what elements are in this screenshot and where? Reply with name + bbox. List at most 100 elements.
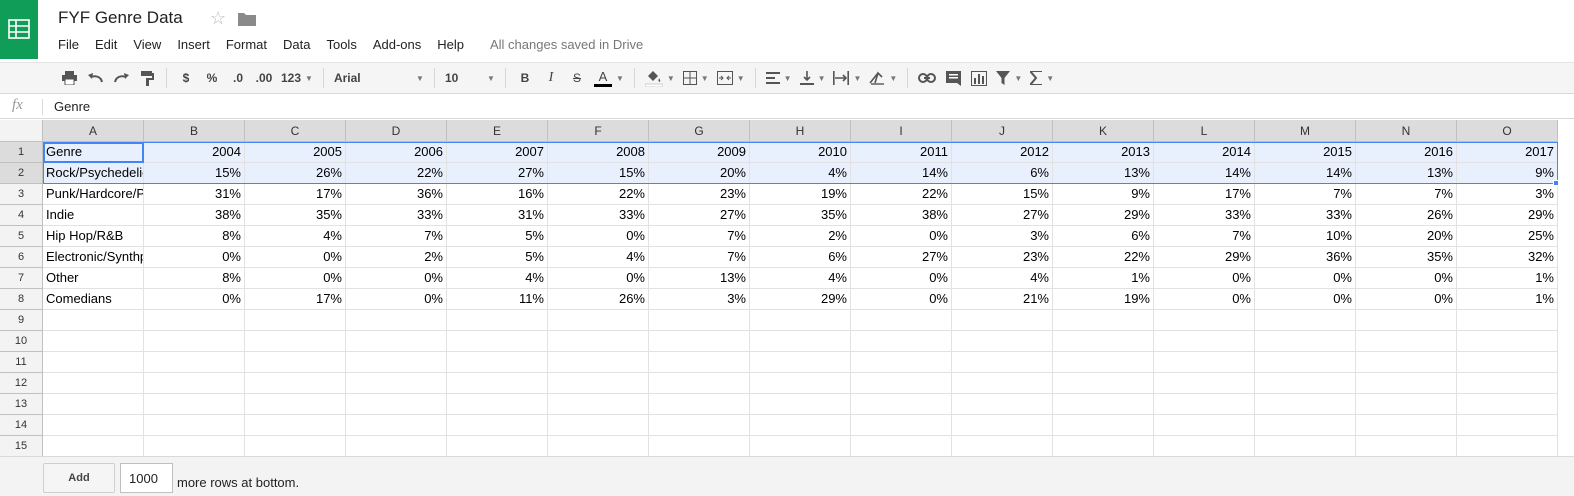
- cell-o1[interactable]: 2017: [1457, 142, 1558, 163]
- cell-h10[interactable]: [750, 331, 851, 352]
- cell-c7[interactable]: 0%: [245, 268, 346, 289]
- cell-o3[interactable]: 3%: [1457, 184, 1558, 205]
- cell-g6[interactable]: 7%: [649, 247, 750, 268]
- cell-d2[interactable]: 22%: [346, 163, 447, 184]
- row-header-14[interactable]: 14: [0, 415, 43, 436]
- cell-j9[interactable]: [952, 310, 1053, 331]
- cell-c2[interactable]: 26%: [245, 163, 346, 184]
- cell-f13[interactable]: [548, 394, 649, 415]
- cell-j6[interactable]: 23%: [952, 247, 1053, 268]
- cell-m3[interactable]: 7%: [1255, 184, 1356, 205]
- row-header-12[interactable]: 12: [0, 373, 43, 394]
- cell-a3[interactable]: Punk/Hardcore/Post-Punk: [43, 184, 144, 205]
- menu-help[interactable]: Help: [429, 37, 472, 52]
- currency-format-button[interactable]: $: [174, 66, 198, 90]
- increase-decimal-button[interactable]: .00: [252, 66, 276, 90]
- cell-b2[interactable]: 15%: [144, 163, 245, 184]
- cell-h5[interactable]: 2%: [750, 226, 851, 247]
- cell-m8[interactable]: 0%: [1255, 289, 1356, 310]
- cell-d1[interactable]: 2006: [346, 142, 447, 163]
- cell-b3[interactable]: 31%: [144, 184, 245, 205]
- column-header-o[interactable]: O: [1457, 120, 1558, 142]
- column-header-k[interactable]: K: [1053, 120, 1154, 142]
- insert-chart-button[interactable]: [967, 66, 991, 90]
- cell-e3[interactable]: 16%: [447, 184, 548, 205]
- cell-j3[interactable]: 15%: [952, 184, 1053, 205]
- column-header-g[interactable]: G: [649, 120, 750, 142]
- row-header-13[interactable]: 13: [0, 394, 43, 415]
- row-header-5[interactable]: 5: [0, 226, 43, 247]
- column-header-n[interactable]: N: [1356, 120, 1457, 142]
- cell-m9[interactable]: [1255, 310, 1356, 331]
- cell-e14[interactable]: [447, 415, 548, 436]
- cell-f15[interactable]: [548, 436, 649, 457]
- cell-k14[interactable]: [1053, 415, 1154, 436]
- cell-c14[interactable]: [245, 415, 346, 436]
- cell-b9[interactable]: [144, 310, 245, 331]
- cell-n2[interactable]: 13%: [1356, 163, 1457, 184]
- cell-e13[interactable]: [447, 394, 548, 415]
- column-header-f[interactable]: F: [548, 120, 649, 142]
- cell-a12[interactable]: [43, 373, 144, 394]
- cell-d3[interactable]: 36%: [346, 184, 447, 205]
- cell-h3[interactable]: 19%: [750, 184, 851, 205]
- cell-b15[interactable]: [144, 436, 245, 457]
- cell-l4[interactable]: 33%: [1154, 205, 1255, 226]
- cell-e12[interactable]: [447, 373, 548, 394]
- cell-m6[interactable]: 36%: [1255, 247, 1356, 268]
- cell-g11[interactable]: [649, 352, 750, 373]
- cell-n11[interactable]: [1356, 352, 1457, 373]
- cell-k11[interactable]: [1053, 352, 1154, 373]
- save-status[interactable]: All changes saved in Drive: [472, 37, 643, 52]
- fill-handle[interactable]: [1553, 180, 1559, 186]
- cell-e8[interactable]: 11%: [447, 289, 548, 310]
- cell-i13[interactable]: [851, 394, 952, 415]
- cell-l1[interactable]: 2014: [1154, 142, 1255, 163]
- cell-i4[interactable]: 38%: [851, 205, 952, 226]
- cell-g14[interactable]: [649, 415, 750, 436]
- cell-o14[interactable]: [1457, 415, 1558, 436]
- cell-b7[interactable]: 8%: [144, 268, 245, 289]
- column-header-a[interactable]: A: [43, 120, 144, 142]
- cell-b6[interactable]: 0%: [144, 247, 245, 268]
- cell-c13[interactable]: [245, 394, 346, 415]
- cell-i7[interactable]: 0%: [851, 268, 952, 289]
- row-header-7[interactable]: 7: [0, 268, 43, 289]
- folder-icon[interactable]: [238, 12, 256, 31]
- column-header-j[interactable]: J: [952, 120, 1053, 142]
- star-icon[interactable]: ☆: [210, 8, 226, 28]
- cell-g8[interactable]: 3%: [649, 289, 750, 310]
- cell-d11[interactable]: [346, 352, 447, 373]
- cell-n12[interactable]: [1356, 373, 1457, 394]
- cell-m11[interactable]: [1255, 352, 1356, 373]
- cell-o11[interactable]: [1457, 352, 1558, 373]
- cell-h9[interactable]: [750, 310, 851, 331]
- cell-f8[interactable]: 26%: [548, 289, 649, 310]
- strikethrough-button[interactable]: S: [565, 66, 589, 90]
- cell-j13[interactable]: [952, 394, 1053, 415]
- menu-tools[interactable]: Tools: [318, 37, 364, 52]
- cell-e9[interactable]: [447, 310, 548, 331]
- cell-d5[interactable]: 7%: [346, 226, 447, 247]
- cell-i5[interactable]: 0%: [851, 226, 952, 247]
- cell-g3[interactable]: 23%: [649, 184, 750, 205]
- cell-k13[interactable]: [1053, 394, 1154, 415]
- cell-f9[interactable]: [548, 310, 649, 331]
- cell-l9[interactable]: [1154, 310, 1255, 331]
- cell-n6[interactable]: 35%: [1356, 247, 1457, 268]
- text-color-button[interactable]: A ▼: [591, 66, 627, 90]
- cell-i12[interactable]: [851, 373, 952, 394]
- cell-o6[interactable]: 32%: [1457, 247, 1558, 268]
- menu-insert[interactable]: Insert: [169, 37, 218, 52]
- cell-m13[interactable]: [1255, 394, 1356, 415]
- rows-count-input[interactable]: [120, 463, 173, 493]
- cell-n9[interactable]: [1356, 310, 1457, 331]
- cell-m4[interactable]: 33%: [1255, 205, 1356, 226]
- cell-d4[interactable]: 33%: [346, 205, 447, 226]
- cell-d8[interactable]: 0%: [346, 289, 447, 310]
- cell-a9[interactable]: [43, 310, 144, 331]
- cell-e7[interactable]: 4%: [447, 268, 548, 289]
- cell-c11[interactable]: [245, 352, 346, 373]
- cell-m14[interactable]: [1255, 415, 1356, 436]
- cell-l3[interactable]: 17%: [1154, 184, 1255, 205]
